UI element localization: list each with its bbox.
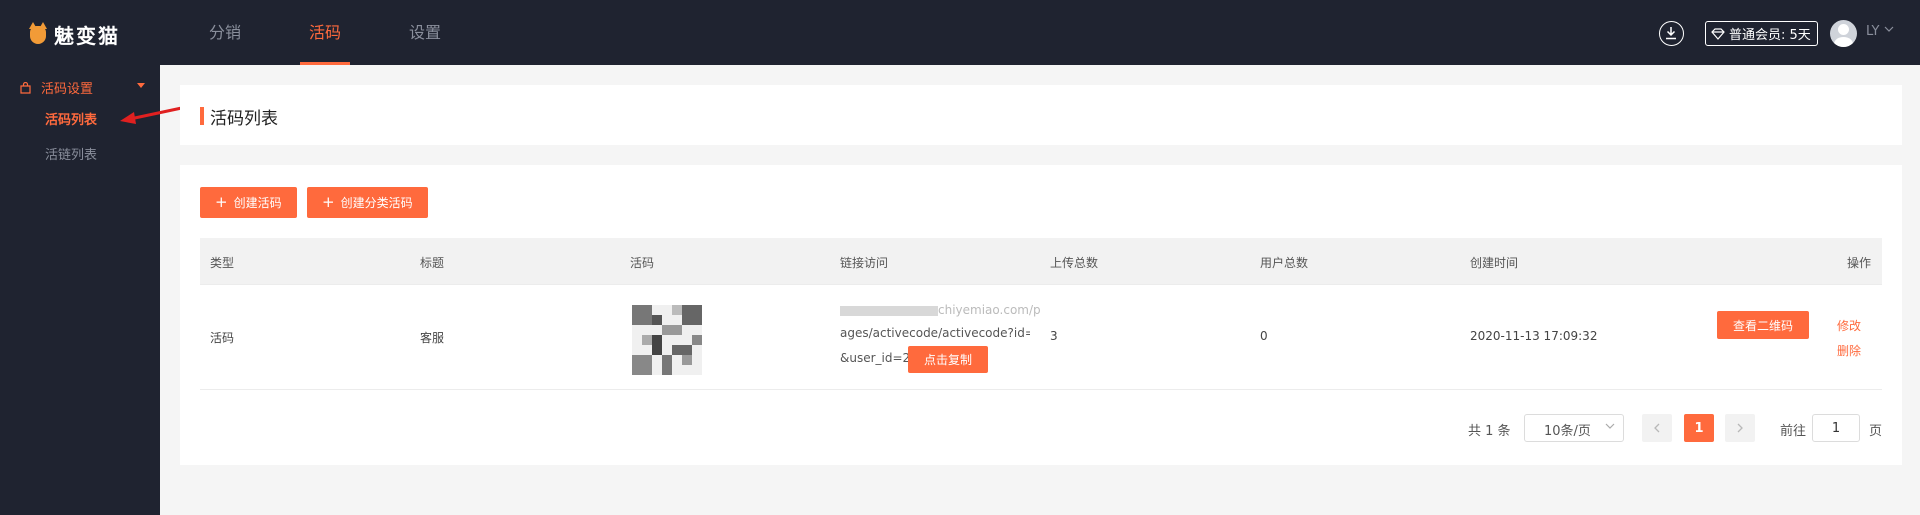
column-header-type: 类型 bbox=[210, 256, 235, 270]
create-livecode-button[interactable]: + 创建活码 bbox=[200, 187, 297, 218]
sidebar-item-livelink-list[interactable]: 活链列表 bbox=[45, 144, 97, 163]
member-badge[interactable]: 普通会员: 5天 bbox=[1705, 21, 1818, 46]
total-count: 共 1 条 bbox=[1468, 424, 1511, 439]
download-icon[interactable] bbox=[1659, 21, 1684, 46]
create-category-livecode-button[interactable]: + 创建分类活码 bbox=[307, 187, 428, 218]
create-livecode-label: 创建活码 bbox=[233, 196, 282, 210]
cell-title: 客服 bbox=[420, 331, 445, 345]
column-header-livecode: 活码 bbox=[630, 256, 655, 270]
column-header-created: 创建时间 bbox=[1470, 256, 1519, 270]
page-size-value: 10条/页 bbox=[1544, 424, 1591, 439]
page-size-select[interactable]: 10条/页 bbox=[1524, 414, 1624, 442]
qr-code-image[interactable] bbox=[632, 305, 702, 375]
link-text-line-1: chiyemiao.com/p bbox=[840, 303, 1041, 317]
chevron-right-icon bbox=[1737, 423, 1743, 433]
sidebar-item-livecode-list[interactable]: 活码列表 bbox=[45, 109, 97, 128]
goto-suffix: 页 bbox=[1869, 424, 1883, 439]
diamond-icon bbox=[1711, 27, 1725, 40]
column-header-title: 标题 bbox=[420, 256, 445, 270]
nav-item-distribution[interactable]: 分销 bbox=[175, 0, 275, 65]
sidebar-group-label: 活码设置 bbox=[41, 82, 94, 97]
caret-down-icon bbox=[137, 83, 145, 88]
create-category-livecode-label: 创建分类活码 bbox=[340, 196, 413, 210]
nav-item-settings[interactable]: 设置 bbox=[375, 0, 475, 65]
livecode-table: 类型 标题 活码 链接访问 上传总数 用户总数 创建时间 操作 活码 客服 ch… bbox=[200, 238, 1882, 390]
nav-item-livecode[interactable]: 活码 bbox=[275, 0, 375, 65]
cell-created-time: 2020-11-13 17:09:32 bbox=[1470, 329, 1598, 343]
member-badge-label: 普通会员: 5天 bbox=[1729, 28, 1811, 43]
link-text-line-3: &user_id=20 bbox=[840, 351, 918, 365]
table-header: 类型 标题 活码 链接访问 上传总数 用户总数 创建时间 操作 bbox=[200, 238, 1882, 285]
table-row: 活码 客服 chiyemiao.com/p ages/activecode/ac… bbox=[200, 285, 1882, 390]
sidebar: 活码设置 活码列表 活链列表 bbox=[0, 65, 160, 515]
main-nav: 分销 活码 设置 bbox=[175, 0, 475, 65]
cell-type: 活码 bbox=[210, 331, 235, 345]
column-header-upload-total: 上传总数 bbox=[1050, 256, 1099, 270]
copy-link-button[interactable]: 点击复制 bbox=[908, 346, 988, 373]
avatar[interactable] bbox=[1830, 20, 1857, 47]
main-card: + 创建活码 + 创建分类活码 类型 标题 活码 链接访问 上传总数 用户总数 … bbox=[180, 165, 1902, 465]
cell-user-total: 0 bbox=[1260, 329, 1268, 343]
chevron-down-icon[interactable] bbox=[1884, 25, 1894, 33]
top-bar: 魅变猫 分销 活码 设置 普通会员: 5天 LY bbox=[0, 0, 1920, 65]
user-name[interactable]: LY bbox=[1866, 24, 1879, 39]
goto-page-input[interactable] bbox=[1812, 414, 1860, 442]
link-domain: chiyemiao.com/p bbox=[938, 303, 1041, 317]
goto-label: 前往 bbox=[1780, 424, 1807, 439]
chevron-left-icon bbox=[1654, 423, 1660, 433]
chevron-down-icon bbox=[1605, 423, 1615, 429]
plus-icon: + bbox=[215, 193, 228, 211]
column-header-actions: 操作 bbox=[1847, 256, 1872, 270]
link-text-line-2: ages/activecode/activecode?id=10 bbox=[840, 326, 1030, 340]
cell-upload-total: 3 bbox=[1050, 329, 1058, 343]
column-header-link: 链接访问 bbox=[840, 256, 889, 270]
view-qr-code-button[interactable]: 查看二维码 bbox=[1717, 311, 1809, 339]
next-page-button[interactable] bbox=[1725, 414, 1755, 442]
plus-icon: + bbox=[322, 193, 335, 211]
edit-link[interactable]: 修改 bbox=[1837, 317, 1861, 334]
prev-page-button[interactable] bbox=[1642, 414, 1672, 442]
blurred-text bbox=[840, 305, 938, 316]
cat-logo-icon bbox=[29, 21, 47, 44]
delete-link[interactable]: 删除 bbox=[1837, 342, 1861, 359]
page-number-current[interactable]: 1 bbox=[1684, 414, 1714, 442]
bag-icon bbox=[20, 81, 31, 94]
title-card: 活码列表 bbox=[180, 85, 1902, 145]
app-name: 魅变猫 bbox=[54, 24, 120, 48]
app-logo[interactable]: 魅变猫 bbox=[29, 20, 120, 49]
column-header-user-total: 用户总数 bbox=[1260, 256, 1309, 270]
page-title: 活码列表 bbox=[210, 109, 278, 129]
title-accent-bar bbox=[200, 107, 204, 125]
